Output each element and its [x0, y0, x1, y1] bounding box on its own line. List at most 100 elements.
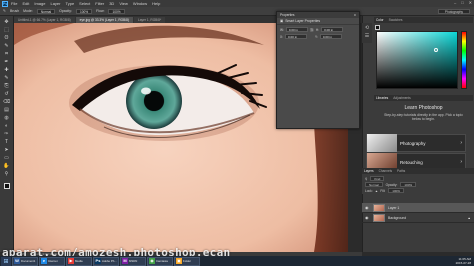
- properties-panel[interactable]: Properties ≡ ▣ Smart Layer Properties W:…: [276, 11, 360, 129]
- gradient-icon[interactable]: ▤: [3, 107, 11, 113]
- history-icon[interactable]: ⟲: [364, 25, 370, 31]
- taskbar-item[interactable]: e Internet: [39, 256, 65, 266]
- taskbar-item[interactable]: ▣ Folder: [174, 256, 200, 266]
- blur-icon[interactable]: ◍: [3, 115, 11, 121]
- type-icon[interactable]: T: [3, 139, 11, 145]
- kind-filter[interactable]: Kind: [370, 176, 385, 181]
- history-brush-icon[interactable]: ↺: [3, 91, 11, 97]
- tab-layers[interactable]: Layers: [364, 169, 374, 173]
- menu-select[interactable]: Select: [79, 1, 90, 6]
- w-field[interactable]: 0.00 in: [285, 27, 308, 32]
- color-picker-cursor[interactable]: [434, 48, 438, 52]
- x-field[interactable]: 0.00 in: [285, 34, 308, 39]
- color-picker-field[interactable]: [376, 31, 458, 89]
- hue-slider[interactable]: [461, 31, 467, 89]
- menu-help[interactable]: Help: [152, 1, 160, 6]
- crop-icon[interactable]: ⌗: [3, 51, 11, 57]
- link-icon[interactable]: ⛓: [310, 28, 314, 32]
- w-label: W:: [280, 27, 284, 32]
- layer-opacity-field[interactable]: 100%: [400, 182, 417, 187]
- menu-filter[interactable]: Filter: [95, 1, 104, 6]
- marquee-icon[interactable]: ⬚: [3, 27, 11, 33]
- move-icon[interactable]: ✥: [3, 19, 11, 25]
- mode-select[interactable]: Normal: [36, 8, 56, 14]
- tab-libraries[interactable]: Libraries: [376, 96, 388, 100]
- app-icon: W: [14, 258, 20, 264]
- workspace-select[interactable]: Photography: [437, 8, 470, 14]
- taskbar-item-label: Media: [75, 259, 83, 263]
- taskbar-item[interactable]: Ps Adobe Ph...: [93, 256, 119, 266]
- layers-options: ⚲ Kind Normal Opacity: 100% Lock: 🔒︎ Fil…: [362, 174, 474, 194]
- x-label: X:: [280, 34, 284, 39]
- menu-window[interactable]: Window: [133, 1, 147, 6]
- taskbar-item[interactable]: ▶ Media: [66, 256, 92, 266]
- tab-color[interactable]: Color: [376, 18, 384, 22]
- menu-file[interactable]: File: [11, 1, 17, 6]
- eraser-icon[interactable]: ⌫: [3, 99, 11, 105]
- layer-row-background[interactable]: ◉ Background 🔒︎: [362, 213, 474, 223]
- tab-channels[interactable]: Channels: [379, 169, 392, 173]
- tool-label: Brush: [9, 9, 20, 13]
- menu-layer[interactable]: Layer: [50, 1, 60, 6]
- smart-object-icon: ▣: [280, 19, 284, 23]
- visibility-eye-icon[interactable]: ◉: [365, 215, 370, 220]
- menu-3d[interactable]: 3D: [109, 1, 114, 6]
- chevron-right-icon: ›: [460, 159, 462, 165]
- app-icon: M: [122, 258, 128, 264]
- path-select-icon[interactable]: ➤: [3, 147, 11, 153]
- taskbar-clock[interactable]: 11:05 AM 2015-07-28: [456, 257, 471, 265]
- opacity-field[interactable]: 100%: [75, 8, 93, 14]
- flow-label: Flow:: [96, 9, 105, 13]
- menu-type[interactable]: Type: [66, 1, 75, 6]
- lock-label: Lock:: [365, 188, 373, 193]
- maximize-icon[interactable]: □: [461, 0, 463, 5]
- close-icon[interactable]: ✕: [469, 0, 472, 5]
- lock-icon[interactable]: 🔒︎: [376, 189, 378, 193]
- fill-field[interactable]: 100%: [388, 188, 404, 193]
- taskbar-item[interactable]: M MSDN: [120, 256, 146, 266]
- lasso-icon[interactable]: ʘ: [3, 35, 11, 41]
- taskbar-item[interactable]: ◉ Camtasia: [147, 256, 173, 266]
- tab-paths[interactable]: Paths: [397, 169, 405, 173]
- h-field[interactable]: 0.00 in: [321, 27, 344, 32]
- hand-icon[interactable]: ✋: [3, 163, 11, 169]
- foreground-color-swatch[interactable]: [375, 25, 380, 30]
- pen-icon[interactable]: ✑: [3, 131, 11, 137]
- healing-icon[interactable]: ✚: [3, 67, 11, 73]
- blend-mode-select[interactable]: Normal: [365, 182, 383, 187]
- learn-item-photography[interactable]: Photography ›: [366, 134, 466, 152]
- taskbar-item[interactable]: W Document1: [12, 256, 38, 266]
- menu-view[interactable]: View: [119, 1, 128, 6]
- minimize-icon[interactable]: –: [454, 0, 456, 5]
- fill-label: Fill:: [380, 188, 386, 193]
- start-button[interactable]: ⊞: [1, 256, 11, 266]
- visibility-eye-icon[interactable]: ◉: [365, 205, 370, 210]
- brush-icon[interactable]: ✎: [3, 9, 6, 13]
- properties-title: Properties: [280, 13, 295, 17]
- shape-icon[interactable]: ▭: [3, 155, 11, 161]
- taskbar-item-label: Document1: [21, 259, 36, 263]
- brush-icon[interactable]: ✎: [3, 75, 11, 81]
- flow-field[interactable]: 100%: [108, 8, 125, 14]
- tab-swatches[interactable]: Swatches: [389, 18, 403, 22]
- panel-menu-icon[interactable]: ≡: [354, 13, 356, 17]
- opacity-label: Opacity:: [59, 9, 72, 13]
- tab-adjustments[interactable]: Adjustments: [393, 96, 411, 100]
- dodge-icon[interactable]: ◐: [3, 123, 11, 129]
- menu-image[interactable]: Image: [34, 1, 45, 6]
- foreground-background-swatch[interactable]: [3, 183, 10, 189]
- app-icon: ▣: [176, 258, 182, 264]
- y-field[interactable]: 0.00 in: [319, 34, 342, 39]
- search-icon[interactable]: ⚲: [365, 177, 367, 181]
- stamp-icon[interactable]: ⎘: [3, 83, 11, 89]
- properties-icon[interactable]: ☰: [364, 33, 370, 39]
- eyedropper-icon[interactable]: ✒: [3, 59, 11, 65]
- photoshop-logo: Ps: [2, 0, 8, 7]
- quick-select-icon[interactable]: ✎: [3, 43, 11, 49]
- properties-section-label: Smart Layer Properties: [285, 19, 321, 23]
- menu-edit[interactable]: Edit: [22, 1, 29, 6]
- zoom-icon[interactable]: ⚲: [3, 171, 11, 177]
- mode-label: Mode:: [23, 9, 33, 13]
- layer-row-layer-1[interactable]: ◉ Layer 1: [362, 203, 474, 213]
- layer-thumbnail: [373, 203, 385, 212]
